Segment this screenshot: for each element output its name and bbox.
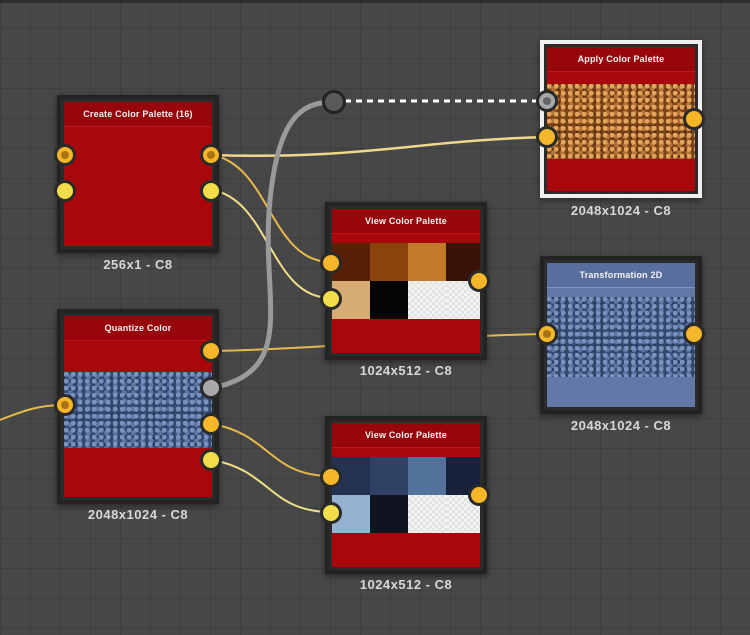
output-port[interactable] [683,323,705,345]
node-apply-color-palette[interactable]: Apply Color Palette [540,40,702,198]
wire-palette-apply [211,135,549,158]
palette-swatch [370,495,408,533]
palette-swatch [408,457,446,495]
input-port[interactable] [536,90,558,112]
node-create-color-palette[interactable]: Create Color Palette (16) [57,95,219,253]
output-port[interactable] [200,377,222,399]
node-quantize-color[interactable]: Quantize Color [57,309,219,504]
node-size-label: 2048x1024 - C8 [570,418,672,433]
node-size-label: 1024x512 - C8 [359,577,453,592]
node-view-color-palette-2[interactable]: View Color Palette [325,416,487,574]
output-port[interactable] [200,180,222,202]
node-title: Quantize Color [64,316,212,341]
node-title: View Color Palette [332,423,480,448]
node-transformation-2d[interactable]: Transformation 2D [540,256,702,414]
node-title: Apply Color Palette [547,47,695,72]
node-size-label: 2048x1024 - C8 [570,203,672,218]
output-port[interactable] [200,340,222,362]
wire-quantize-view2-a [211,423,332,477]
wire-quantize-reroute [211,99,334,391]
node-size-label: 1024x512 - C8 [359,363,453,378]
output-port[interactable] [200,449,222,471]
preview-image [64,372,212,448]
wire-palette-view1-a [211,154,332,263]
input-port[interactable] [54,144,76,166]
wire-palette-view1-b [211,189,332,299]
preview-image [547,84,695,159]
palette-swatch [370,457,408,495]
input-port[interactable] [54,394,76,416]
output-port[interactable] [468,484,490,506]
output-port[interactable] [683,108,705,130]
wire-quantize-view2-b [211,459,332,513]
output-port[interactable] [200,413,222,435]
node-title: View Color Palette [332,209,480,234]
node-size-label: 256x1 - C8 [103,257,173,272]
preview-image [547,297,695,377]
palette-swatch [408,243,446,281]
input-port[interactable] [536,126,558,148]
palette-swatch [370,243,408,281]
reroute-node[interactable] [322,90,346,114]
input-port[interactable] [536,323,558,345]
input-port[interactable] [320,502,342,524]
input-port[interactable] [320,288,342,310]
palette-swatch [370,281,408,319]
node-title: Create Color Palette (16) [64,102,212,127]
palette-swatch [408,281,446,319]
output-port[interactable] [200,144,222,166]
input-port[interactable] [320,252,342,274]
node-title: Transformation 2D [547,263,695,288]
palette-swatches [332,243,480,319]
input-port[interactable] [320,466,342,488]
output-port[interactable] [468,270,490,292]
node-size-label: 2048x1024 - C8 [87,507,189,522]
canvas-top-border [0,0,750,3]
node-view-color-palette-1[interactable]: View Color Palette [325,202,487,360]
palette-swatch [408,495,446,533]
palette-swatches [332,457,480,533]
input-port[interactable] [54,180,76,202]
